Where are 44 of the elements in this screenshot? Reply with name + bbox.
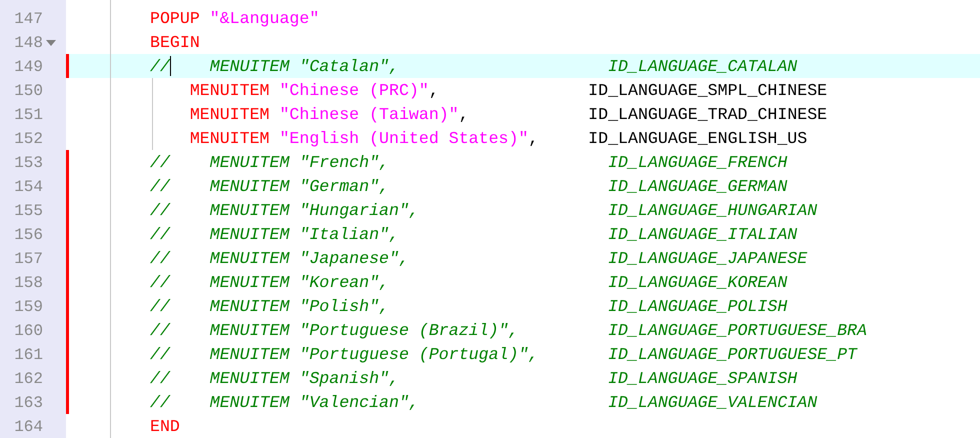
code-comment: // MENUITEM "Portuguese (Portugal)", ID_LANGUAGE_PORTUGUESE_PT xyxy=(150,344,858,364)
code-text: , ID_LANGUAGE_SMPL_CHINESE xyxy=(428,80,828,100)
code-comment: // MENUITEM "French", ID_LANGUAGE_FRENCH xyxy=(150,152,788,172)
code-text: , ID_LANGUAGE_TRAD_CHINESE xyxy=(458,104,828,124)
line-number: 161 xyxy=(14,346,43,364)
code-keyword: END xyxy=(150,416,180,436)
code-comment: // MENUITEM "Spanish", ID_LANGUAGE_SPANISH xyxy=(150,368,798,388)
code-keyword: POPUP xyxy=(150,8,200,28)
line-number: 162 xyxy=(14,370,43,388)
code-comment: // MENUITEM "Portuguese (Brazil)", ID_LANGUAGE_PORTUGUESE_BRA xyxy=(150,320,867,340)
line-number: 157 xyxy=(14,250,43,268)
code-keyword: BEGIN xyxy=(150,32,200,52)
line-number: 150 xyxy=(14,82,43,100)
line-number: 153 xyxy=(14,154,43,172)
code-comment: // MENUITEM "Korean", ID_LANGUAGE_KOREAN xyxy=(150,272,788,292)
line-number: 155 xyxy=(14,202,43,220)
line-number: 151 xyxy=(14,106,43,124)
code-keyword: MENUITEM xyxy=(188,128,270,148)
code-comment: // MENUITEM "Japanese", ID_LANGUAGE_JAPANESE xyxy=(150,248,808,268)
line-number: 147 xyxy=(14,10,43,28)
code-comment: // MENUITEM "Polish", ID_LANGUAGE_POLISH xyxy=(150,296,788,316)
code-comment: // MENUITEM "German", ID_LANGUAGE_GERMAN xyxy=(150,176,788,196)
code-string: "Chinese (Taiwan)" xyxy=(278,104,459,124)
line-number: 152 xyxy=(14,130,43,148)
code-text: , ID_LANGUAGE_ENGLISH_US xyxy=(528,128,808,148)
line-number: 160 xyxy=(14,322,43,340)
line-number: 156 xyxy=(14,226,43,244)
code-string: "&Language" xyxy=(208,8,320,28)
line-number: 163 xyxy=(14,394,43,412)
line-number: 159 xyxy=(14,298,43,316)
code-comment: // MENUITEM "Italian", ID_LANGUAGE_ITALIAN xyxy=(150,224,798,244)
line-number: 154 xyxy=(14,178,43,196)
code-keyword: MENUITEM xyxy=(188,80,270,100)
line-number: 149 xyxy=(14,58,43,76)
code-comment: // MENUITEM "Hungarian", ID_LANGUAGE_HUNGARIAN xyxy=(150,200,818,220)
line-number: 148 xyxy=(14,34,43,52)
code-string: "English (United States)" xyxy=(278,128,528,148)
line-number: 158 xyxy=(14,274,43,292)
code-comment: // MENUITEM "Catalan", ID_LANGUAGE_CATALAN xyxy=(150,56,798,76)
code-keyword: MENUITEM xyxy=(188,104,270,124)
code-string: "Chinese (PRC)" xyxy=(278,80,429,100)
code-comment: // MENUITEM "Valencian", ID_LANGUAGE_VALENCIAN xyxy=(150,392,818,412)
line-number: 164 xyxy=(14,418,43,436)
fold-arrow-icon[interactable] xyxy=(46,40,56,46)
